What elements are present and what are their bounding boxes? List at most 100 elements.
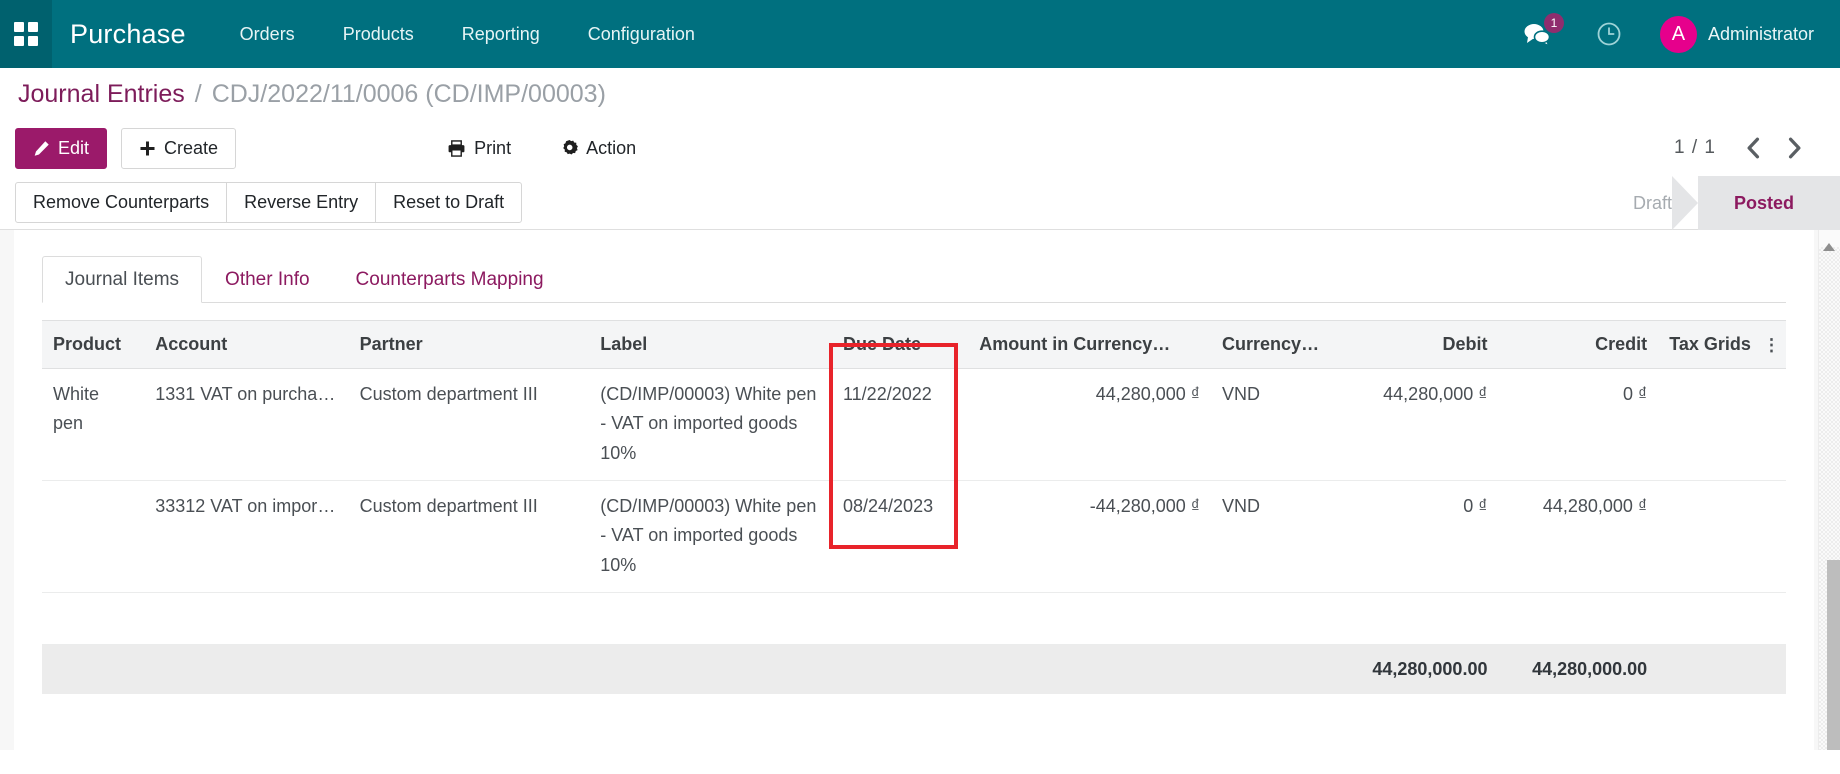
cell-empty: [1211, 592, 1330, 644]
totals-spacer: [42, 644, 1330, 694]
pager-previous-button[interactable]: [1734, 129, 1772, 167]
notebook-tabs: Journal Items Other Info Counterparts Ma…: [42, 256, 1786, 303]
navbar-right-group: 1 A Administrator: [1500, 0, 1814, 68]
table-row[interactable]: White pen 1331 VAT on purchas… Custom de…: [42, 369, 1786, 481]
cell-due-date[interactable]: 08/24/2023: [832, 480, 968, 592]
column-header-due-date[interactable]: Due Date: [832, 321, 968, 369]
journal-items-table-footer: 44,280,000.00 44,280,000.00: [42, 644, 1786, 694]
printer-icon: [447, 140, 466, 157]
cell-tax-grids[interactable]: [1658, 480, 1786, 592]
cell-account[interactable]: 33312 VAT on import…: [144, 480, 348, 592]
vertical-scrollbar[interactable]: [1818, 230, 1840, 750]
cell-credit[interactable]: 44,280,000 ₫: [1498, 480, 1658, 592]
cell-debit[interactable]: 0 ₫: [1330, 480, 1498, 592]
column-header-label[interactable]: Label: [589, 321, 832, 369]
form-sheet: Journal Items Other Info Counterparts Ma…: [14, 230, 1814, 750]
cell-amount-in-currency[interactable]: -44,280,000 ₫: [968, 480, 1211, 592]
cell-empty: [349, 592, 590, 644]
reset-to-draft-button[interactable]: Reset to Draft: [375, 182, 522, 223]
column-header-product[interactable]: Product: [42, 321, 144, 369]
column-header-partner[interactable]: Partner: [349, 321, 590, 369]
column-header-tax-grids[interactable]: Tax Grids ⋮: [1658, 321, 1786, 369]
pencil-icon: [33, 140, 50, 157]
cell-empty: [1498, 592, 1658, 644]
activities-button[interactable]: [1574, 0, 1644, 68]
cell-product[interactable]: [42, 480, 144, 592]
print-button[interactable]: Print: [429, 128, 529, 169]
apps-menu-button[interactable]: [0, 0, 52, 68]
edit-button-label: Edit: [58, 138, 89, 159]
plus-icon: [139, 140, 156, 157]
cell-account[interactable]: 1331 VAT on purchas…: [144, 369, 348, 481]
remove-counterparts-button[interactable]: Remove Counterparts: [15, 182, 227, 223]
table-row-empty[interactable]: [42, 592, 1786, 644]
nav-item-orders[interactable]: Orders: [216, 0, 319, 68]
user-menu-button[interactable]: A Administrator: [1644, 16, 1814, 53]
column-header-currency[interactable]: Currency…: [1211, 321, 1330, 369]
cell-partner-text: Custom department III: [360, 380, 579, 409]
cell-empty: [968, 592, 1211, 644]
chevron-right-icon: [1787, 137, 1803, 159]
pager-next-button[interactable]: [1776, 129, 1814, 167]
workflow-button-group: Remove Counterparts Reverse Entry Reset …: [15, 182, 522, 223]
cell-currency[interactable]: VND: [1211, 480, 1330, 592]
cell-partner[interactable]: Custom department III: [349, 480, 590, 592]
action-button[interactable]: Action: [543, 128, 654, 169]
column-header-credit[interactable]: Credit: [1498, 321, 1658, 369]
breadcrumb: Journal Entries / CDJ/2022/11/0006 (CD/I…: [0, 68, 1840, 120]
avatar: A: [1660, 16, 1697, 53]
nav-item-reporting[interactable]: Reporting: [438, 0, 564, 68]
cell-credit[interactable]: 0 ₫: [1498, 369, 1658, 481]
journal-items-table-body: White pen 1331 VAT on purchas… Custom de…: [42, 369, 1786, 645]
cell-debit[interactable]: 44,280,000 ₫: [1330, 369, 1498, 481]
form-content-area: Journal Items Other Info Counterparts Ma…: [0, 230, 1840, 750]
scroll-up-arrow-icon[interactable]: [1823, 243, 1835, 251]
tab-counterparts-mapping[interactable]: Counterparts Mapping: [333, 256, 567, 303]
cell-label[interactable]: (CD/IMP/00003) White pen - VAT on import…: [589, 369, 832, 481]
journal-items-table-header: Product Account Partner Label Due Date A…: [42, 321, 1786, 369]
top-navbar: Purchase Orders Products Reporting Confi…: [0, 0, 1840, 68]
nav-item-configuration[interactable]: Configuration: [564, 0, 719, 68]
cell-label[interactable]: (CD/IMP/00003) White pen - VAT on import…: [589, 480, 832, 592]
cell-product[interactable]: White pen: [42, 369, 144, 481]
totals-tax-grids: [1658, 644, 1786, 694]
user-name-label: Administrator: [1708, 24, 1814, 45]
create-button-label: Create: [164, 138, 218, 159]
cell-empty: [1330, 592, 1498, 644]
totals-debit: 44,280,000.00: [1330, 644, 1498, 694]
totals-credit: 44,280,000.00: [1498, 644, 1658, 694]
vertical-dots-icon[interactable]: ⋮: [1763, 336, 1780, 353]
column-header-account[interactable]: Account: [144, 321, 348, 369]
edit-button[interactable]: Edit: [15, 128, 107, 169]
messages-button[interactable]: 1: [1500, 0, 1574, 68]
tab-other-info[interactable]: Other Info: [202, 256, 333, 303]
record-pager: 1 / 1: [1660, 120, 1814, 176]
nav-item-products[interactable]: Products: [319, 0, 438, 68]
status-step-posted[interactable]: Posted: [1698, 176, 1840, 230]
action-button-label: Action: [586, 138, 636, 159]
breadcrumb-current-record: CDJ/2022/11/0006 (CD/IMP/00003): [212, 80, 606, 109]
cell-partner[interactable]: Custom department III: [349, 369, 590, 481]
cell-tax-grids[interactable]: [1658, 369, 1786, 481]
cell-empty: [832, 592, 968, 644]
cell-due-date[interactable]: 11/22/2022: [832, 369, 968, 481]
cell-empty: [42, 592, 144, 644]
cell-amount-in-currency[interactable]: 44,280,000 ₫: [968, 369, 1211, 481]
app-brand-purchase[interactable]: Purchase: [52, 19, 216, 50]
control-panel-row-buttons: Edit Create Print Action 1 / 1: [0, 120, 1840, 176]
cell-currency[interactable]: VND: [1211, 369, 1330, 481]
create-button[interactable]: Create: [121, 128, 236, 169]
table-totals-row: 44,280,000.00 44,280,000.00: [42, 644, 1786, 694]
table-row[interactable]: 33312 VAT on import… Custom department I…: [42, 480, 1786, 592]
breadcrumb-root-link[interactable]: Journal Entries: [18, 80, 185, 109]
cell-empty: [1658, 592, 1786, 644]
scrollbar-thumb[interactable]: [1827, 560, 1840, 750]
messages-badge: 1: [1544, 13, 1564, 33]
apps-grid-icon: [14, 22, 38, 46]
column-header-debit[interactable]: Debit: [1330, 321, 1498, 369]
column-header-amount-in-currency[interactable]: Amount in Currency…: [968, 321, 1211, 369]
tab-journal-items[interactable]: Journal Items: [42, 256, 202, 303]
column-header-tax-grids-label: Tax Grids: [1669, 334, 1751, 354]
status-bar: Draft Posted: [1597, 176, 1840, 230]
reverse-entry-button[interactable]: Reverse Entry: [226, 182, 376, 223]
